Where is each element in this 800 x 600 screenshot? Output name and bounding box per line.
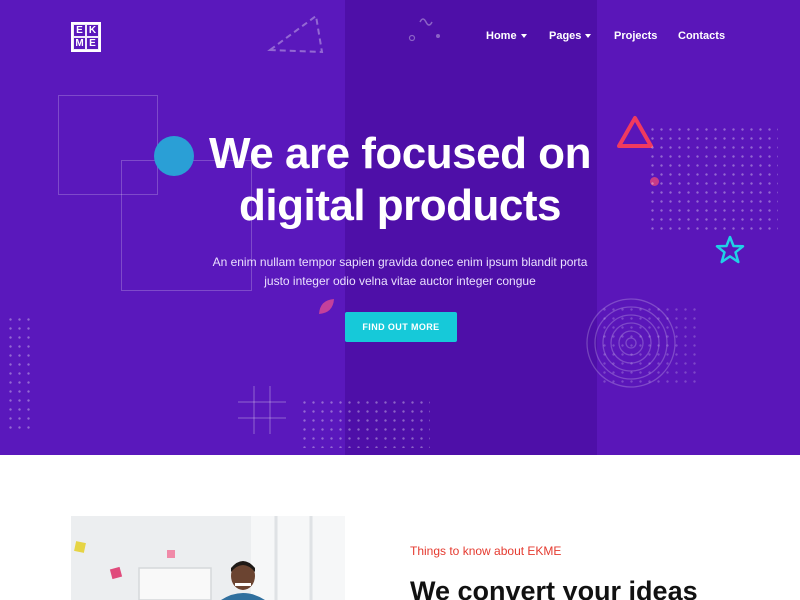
hash-grid-icon <box>238 386 286 434</box>
find-out-more-button[interactable]: FIND OUT MORE <box>345 312 457 342</box>
team-photo <box>71 516 345 600</box>
main-navigation: Home Pages Projects Contacts <box>0 30 800 46</box>
section-eyebrow: Things to know about EKME <box>410 544 562 558</box>
nav-item-label: Contacts <box>678 30 726 42</box>
nav-item-pages[interactable]: Pages <box>549 30 592 42</box>
nav-item-contacts[interactable]: Contacts <box>678 30 725 42</box>
dot-pattern <box>6 315 34 435</box>
chevron-down-icon <box>585 34 592 38</box>
hero-headline-line: digital products <box>239 181 562 230</box>
hero-subtitle-line: An enim nullam tempor sapien gravida don… <box>212 255 588 269</box>
office-photo-illustration <box>71 516 345 600</box>
dot-pattern <box>600 305 700 385</box>
dot-pattern <box>300 398 430 448</box>
hero-section: E K M E Home Pages Projects Contacts We … <box>0 0 800 455</box>
hero-headline: We are focused on digital products <box>120 128 680 232</box>
section-title: We convert your ideas <box>410 576 698 600</box>
leaf-shape-icon <box>319 299 334 314</box>
star-icon <box>715 235 745 264</box>
hero-subtitle: An enim nullam tempor sapien gravida don… <box>190 253 610 291</box>
nav-item-home[interactable]: Home <box>486 30 527 42</box>
hero-headline-line: We are focused on <box>209 129 591 178</box>
hero-subtitle-line: justo integer odio velna vitae auctor in… <box>264 274 536 288</box>
nav-item-label: Projects <box>614 30 658 42</box>
nav-item-label: Pages <box>549 30 582 42</box>
nav-item-projects[interactable]: Projects <box>614 30 657 42</box>
chevron-down-icon <box>520 34 527 38</box>
nav-item-label: Home <box>486 30 517 42</box>
